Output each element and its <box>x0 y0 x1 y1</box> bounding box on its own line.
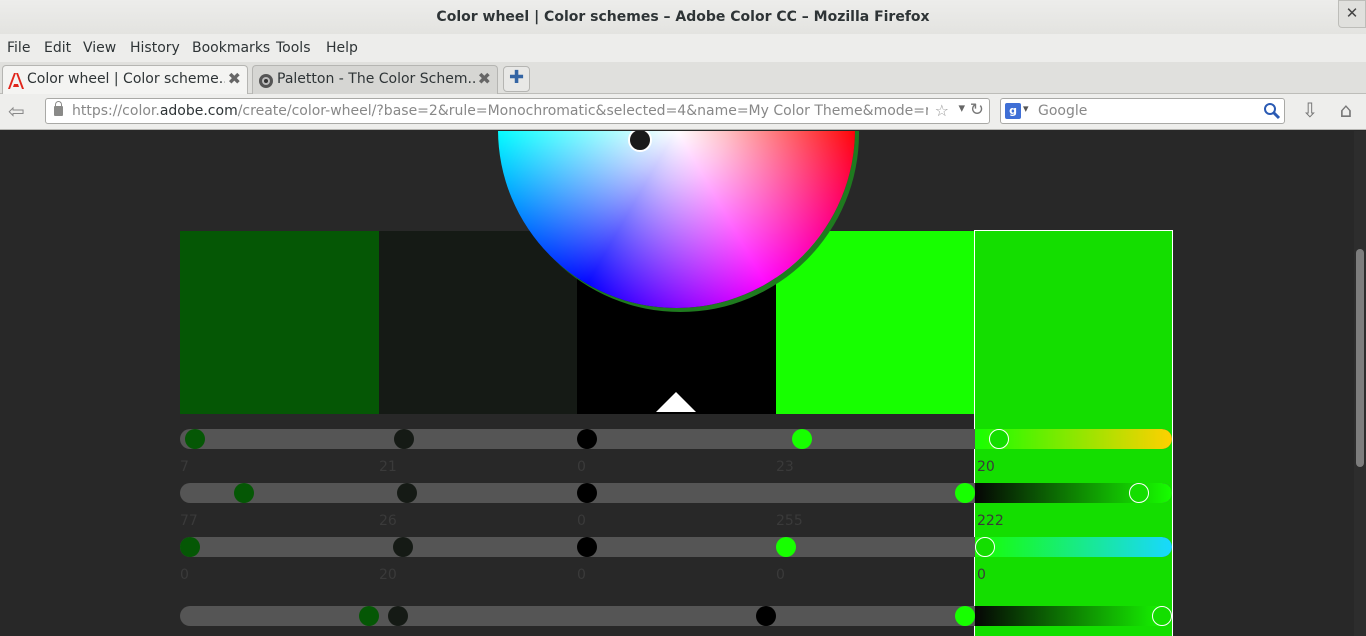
slider-value: 0 <box>577 513 586 529</box>
search-icon[interactable] <box>1263 102 1281 120</box>
adobe-icon <box>8 73 24 89</box>
slider-handle-selected[interactable] <box>975 537 995 557</box>
menubar: File Edit View History Bookmarks Tools H… <box>0 34 1366 62</box>
menu-bookmarks[interactable]: Bookmarks <box>192 40 270 56</box>
scrollbar-thumb[interactable] <box>1356 249 1364 467</box>
slider-handle[interactable] <box>577 483 597 503</box>
menu-history[interactable]: History <box>130 40 180 56</box>
slider-handle[interactable] <box>394 429 414 449</box>
slider-handle[interactable] <box>234 483 254 503</box>
slider-value: 20 <box>977 459 995 475</box>
channel-3-gradient <box>975 537 1172 557</box>
color-swatch-4[interactable] <box>776 231 974 414</box>
slider-handle[interactable] <box>359 606 379 626</box>
menu-view[interactable]: View <box>83 40 116 56</box>
url-domain: adobe.com <box>159 103 238 119</box>
slider-value: 0 <box>977 567 986 583</box>
chevron-down-icon[interactable]: ▾ <box>958 101 965 116</box>
window-titlebar: Color wheel | Color schemes – Adobe Colo… <box>0 0 1366 34</box>
adobe-color-page: 7 21 0 23 20 77 26 0 255 222 0 20 0 0 0 <box>0 131 1354 636</box>
slider-handle-selected[interactable] <box>1152 606 1172 626</box>
page-scrollbar[interactable] <box>1354 131 1366 636</box>
google-icon[interactable]: g <box>1005 103 1021 119</box>
slider-value: 0 <box>577 567 586 583</box>
channel-2-slider-track[interactable] <box>180 483 1172 503</box>
slider-handle[interactable] <box>756 606 776 626</box>
reload-icon[interactable]: ↻ <box>970 100 984 120</box>
color-swatch-1[interactable] <box>180 231 379 414</box>
slider-value: 0 <box>577 459 586 475</box>
menu-edit[interactable]: Edit <box>44 40 71 56</box>
menu-file[interactable]: File <box>7 40 30 56</box>
search-engine-dropdown-icon[interactable]: ▾ <box>1023 102 1029 115</box>
tab-label: Paletton - The Color Schem... <box>277 71 475 87</box>
new-tab-button[interactable]: ✚ <box>503 66 530 92</box>
slider-value: 20 <box>379 567 397 583</box>
tab-paletton[interactable]: Paletton - The Color Schem... ✖ <box>252 65 498 94</box>
slider-handle[interactable] <box>185 429 205 449</box>
slider-handle[interactable] <box>393 537 413 557</box>
download-icon[interactable]: ⇩ <box>1298 98 1322 124</box>
channel-4-gradient <box>975 606 1172 626</box>
tab-strip: Color wheel | Color scheme... ✖ Paletton… <box>0 62 1366 95</box>
slider-handle-selected[interactable] <box>989 429 1009 449</box>
lock-icon <box>54 101 63 116</box>
color-swatch-2[interactable] <box>379 231 577 414</box>
back-arrow-icon[interactable]: ⇦ <box>8 101 30 123</box>
slider-value: 26 <box>379 513 397 529</box>
slider-handle[interactable] <box>577 537 597 557</box>
menu-tools[interactable]: Tools <box>276 40 311 56</box>
channel-4-slider-track[interactable] <box>180 606 1172 626</box>
slider-value: 77 <box>180 513 198 529</box>
url-bar[interactable]: https://color.adobe.com/create/color-whe… <box>45 98 990 124</box>
slider-handle[interactable] <box>792 429 812 449</box>
slider-handle-selected[interactable] <box>1129 483 1149 503</box>
hue-slider-track[interactable] <box>180 429 1172 449</box>
search-input[interactable]: Google <box>1038 103 1087 119</box>
slider-handle[interactable] <box>955 606 975 626</box>
url-text[interactable]: https://color.adobe.com/create/color-whe… <box>72 103 928 119</box>
window-close-button[interactable]: ✕ <box>1338 0 1366 28</box>
slider-value: 255 <box>776 513 803 529</box>
navigation-toolbar: ⇦ https://color.adobe.com/create/color-w… <box>0 94 1366 130</box>
slider-handle[interactable] <box>397 483 417 503</box>
bookmark-star-icon[interactable]: ☆ <box>935 101 949 120</box>
slider-value: 222 <box>977 513 1004 529</box>
slider-value: 7 <box>180 459 189 475</box>
base-color-marker <box>656 392 696 412</box>
menu-help[interactable]: Help <box>326 40 358 56</box>
slider-handle[interactable] <box>776 537 796 557</box>
channel-3-slider-track[interactable] <box>180 537 1172 557</box>
slider-value: 23 <box>776 459 794 475</box>
slider-value: 21 <box>379 459 397 475</box>
url-path: /create/color-wheel/?base=2&rule=Monochr… <box>237 103 928 119</box>
tab-close-icon[interactable]: ✖ <box>478 69 491 88</box>
search-bar[interactable]: g ▾ Google <box>1000 98 1285 124</box>
slider-value: 0 <box>180 567 189 583</box>
url-prefix: https://color. <box>72 103 160 119</box>
paletton-icon <box>259 74 273 88</box>
window-title: Color wheel | Color schemes – Adobe Colo… <box>436 9 930 25</box>
tab-close-icon[interactable]: ✖ <box>228 69 241 88</box>
home-icon[interactable]: ⌂ <box>1334 98 1358 124</box>
tab-adobe-color[interactable]: Color wheel | Color scheme... ✖ <box>2 65 248 95</box>
tab-label: Color wheel | Color scheme... <box>27 71 225 87</box>
slider-handle[interactable] <box>180 537 200 557</box>
slider-handle[interactable] <box>955 483 975 503</box>
slider-value: 0 <box>776 567 785 583</box>
slider-handle[interactable] <box>388 606 408 626</box>
slider-handle[interactable] <box>577 429 597 449</box>
